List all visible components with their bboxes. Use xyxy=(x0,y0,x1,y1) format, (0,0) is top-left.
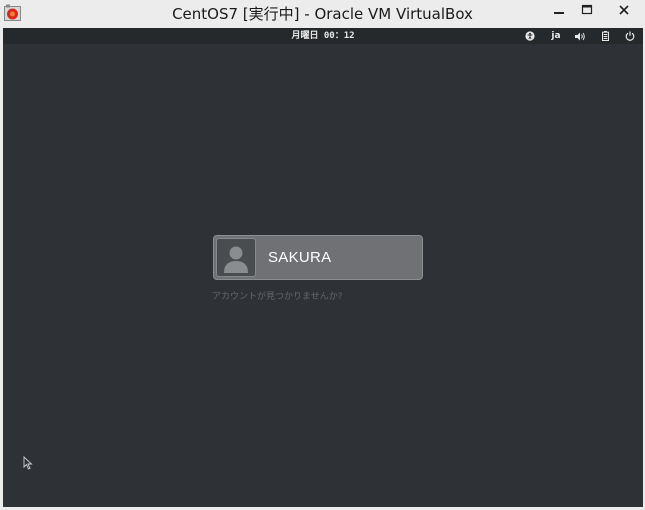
accessibility-menu[interactable] xyxy=(522,28,538,44)
minimize-button[interactable] xyxy=(545,0,573,20)
user-avatar xyxy=(216,238,256,277)
maximize-button[interactable] xyxy=(573,0,601,20)
volume-menu[interactable] xyxy=(572,28,588,44)
window-title-bar[interactable]: CentOS7 [実行中] - Oracle VM VirtualBox xyxy=(0,0,645,28)
user-avatar-icon xyxy=(224,246,248,273)
clock[interactable]: 月曜日 00：12 xyxy=(3,28,643,44)
maximize-icon xyxy=(581,4,593,15)
volume-icon xyxy=(574,32,585,40)
user-list-item[interactable]: SAKURA xyxy=(213,235,423,280)
input-language-indicator[interactable]: ja xyxy=(548,28,564,44)
not-listed-link[interactable]: アカウントが見つかりませんか? xyxy=(212,291,343,303)
battery-menu[interactable] xyxy=(597,28,613,44)
battery-icon xyxy=(601,31,609,41)
user-name: SAKURA xyxy=(268,249,332,266)
mouse-pointer-icon xyxy=(23,456,33,470)
close-icon xyxy=(619,5,629,15)
close-button[interactable] xyxy=(606,0,642,20)
minimize-icon xyxy=(554,12,564,14)
gnome-top-bar: 月曜日 00：12 ja xyxy=(3,28,643,44)
power-menu[interactable] xyxy=(622,28,638,44)
vm-display[interactable]: 月曜日 00：12 ja SAKURA アカウントが見つかりませんか? xyxy=(3,28,643,507)
accessibility-icon xyxy=(525,31,535,41)
power-icon xyxy=(625,31,635,41)
